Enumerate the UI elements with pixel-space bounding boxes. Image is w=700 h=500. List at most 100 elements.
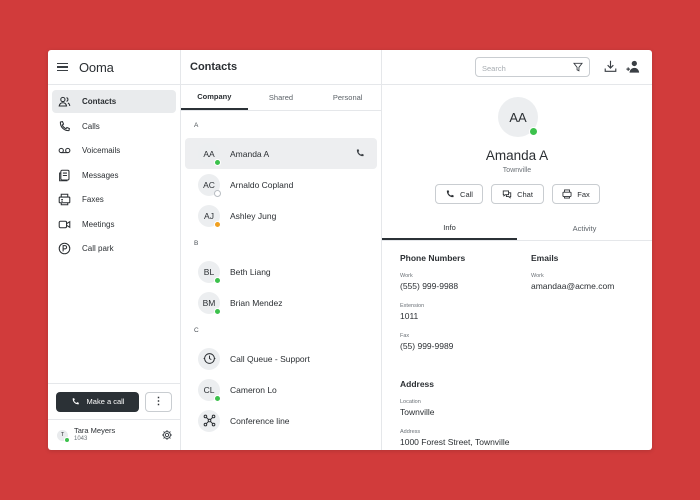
call-button-label: Call (460, 189, 473, 199)
list-item[interactable]: BM Brian Mendez (185, 287, 377, 318)
filter-icon[interactable] (573, 62, 583, 72)
contact-name: Call Queue - Support (230, 353, 310, 364)
list-item[interactable]: CL Cameron Lo (185, 374, 377, 405)
field-label: Location (400, 399, 421, 405)
address-value: 1000 Forest Street, Townville (400, 437, 510, 447)
tab-info[interactable]: Info (382, 216, 517, 240)
call-button[interactable]: Call (435, 184, 483, 204)
section-header: B (194, 240, 199, 247)
tab-shared[interactable]: Shared (248, 85, 315, 110)
phone-icon (72, 398, 79, 405)
contact-tabs: Company Shared Personal (181, 85, 381, 111)
sidebar-item-faxes[interactable]: Faxes (52, 188, 176, 211)
phone-icon (446, 190, 454, 198)
search-box (475, 57, 590, 78)
toolbar (382, 50, 652, 85)
list-item[interactable]: AJ Ashley Jung (185, 200, 377, 231)
emails-section: Emails Work amandaa@acme.com (531, 253, 614, 303)
sidebar-item-label: Call park (82, 244, 114, 253)
download-icon[interactable] (604, 59, 617, 73)
sidebar-item-meetings[interactable]: Meetings (52, 213, 176, 236)
messages-icon (56, 167, 72, 183)
search-input[interactable] (482, 59, 562, 78)
sidebar-item-label: Contacts (82, 97, 117, 106)
section-title: Emails (531, 253, 559, 263)
call-queue-icon (203, 353, 215, 364)
work-email-value[interactable]: amandaa@acme.com (531, 281, 614, 291)
tab-company[interactable]: Company (181, 85, 248, 110)
voicemail-icon (56, 143, 72, 159)
hamburger-menu-icon[interactable] (57, 62, 68, 72)
sidebar-item-calls[interactable]: Calls (52, 115, 176, 138)
brand-row: Ooma (48, 50, 180, 85)
extension-value: 1011 (400, 311, 419, 321)
section-header: C (194, 327, 199, 334)
contact-name: Amanda A (230, 148, 270, 159)
app-window: Ooma Contacts Calls Voicemails Messages … (48, 50, 652, 450)
tab-activity[interactable]: Activity (517, 216, 652, 240)
sidebar-item-voicemails[interactable]: Voicemails (52, 139, 176, 162)
avatar: AC (198, 173, 221, 197)
phone-icon[interactable] (355, 148, 365, 158)
add-user-icon[interactable] (626, 59, 640, 74)
gear-icon[interactable] (161, 429, 173, 441)
avatar: AA (198, 142, 221, 166)
more-options-button[interactable]: ⋮ (145, 391, 172, 412)
list-item[interactable]: AC Arnaldo Copland (185, 169, 377, 200)
avatar-initials: BL (203, 266, 215, 277)
contact-name: Amanda A (485, 148, 549, 163)
avatar-initial: T (60, 432, 65, 438)
avatar: AA (498, 97, 538, 137)
field-label: Extension (400, 303, 425, 309)
list-item[interactable]: AA Amanda A (185, 138, 377, 169)
fax-icon (562, 189, 572, 199)
field-label: Work (400, 273, 413, 279)
location-value: Townville (400, 407, 435, 417)
chat-button[interactable]: Chat (491, 184, 544, 204)
contact-name: Conference line (230, 415, 290, 426)
presence-online-indicator (529, 127, 538, 136)
fax-button-label: Fax (577, 189, 590, 199)
sidebar-footer: Make a call ⋮ T Tara Meyers 1043 (48, 383, 181, 450)
avatar-initials: BM (202, 297, 216, 308)
presence-online-indicator (214, 276, 221, 284)
avatar-initials: AJ (204, 210, 214, 221)
contact-detail-panel: AA Amanda A Townville Call Chat Fax Info… (382, 85, 652, 450)
list-item[interactable]: Conference line (185, 405, 377, 436)
sidebar-item-label: Messages (82, 170, 119, 180)
contact-name: Ashley Jung (230, 210, 277, 221)
user-info: Tara Meyers 1043 (74, 426, 115, 444)
page-title: Contacts (190, 61, 238, 73)
phone-icon (56, 118, 72, 134)
user-extension: 1043 (74, 436, 88, 442)
fax-button[interactable]: Fax (552, 184, 600, 204)
section-title: Phone Numbers (400, 253, 466, 263)
sidebar-item-contacts[interactable]: Contacts (52, 90, 176, 113)
section-title: Address (400, 379, 435, 389)
contact-actions: Call Chat Fax (435, 184, 608, 204)
work-phone-value[interactable]: (555) 999-9988 (400, 281, 465, 291)
sidebar-item-label: Calls (82, 121, 100, 131)
list-item[interactable]: BL Beth Liang (185, 256, 377, 287)
sidebar-item-label: Faxes (82, 195, 104, 204)
tab-personal[interactable]: Personal (314, 85, 381, 110)
field-label: Address (400, 429, 421, 435)
chat-icon (502, 190, 512, 199)
sidebar-item-messages[interactable]: Messages (52, 164, 176, 187)
detail-tabs: Info Activity (382, 216, 652, 241)
user-name: Tara Meyers (74, 426, 116, 435)
field-label: Work (531, 273, 544, 279)
sidebar-item-call-park[interactable]: Call park (52, 237, 176, 260)
fax-number-value[interactable]: (55) 999-9989 (400, 341, 465, 351)
sidebar-nav: Contacts Calls Voicemails Messages Faxes… (48, 85, 180, 260)
contact-location: Townville (502, 167, 532, 174)
chat-button-label: Chat (517, 189, 533, 199)
field-label: Fax (400, 333, 410, 339)
page-header: Contacts (181, 50, 381, 85)
contact-list: A AA Amanda A AC Arnaldo Copland AJ Ashl… (181, 111, 381, 436)
make-a-call-button[interactable]: Make a call (56, 391, 139, 412)
list-item[interactable]: Call Queue - Support (185, 343, 377, 374)
sidebar-item-label: Meetings (82, 219, 115, 229)
current-user[interactable]: T Tara Meyers 1043 (48, 420, 181, 450)
sidebar: Ooma Contacts Calls Voicemails Messages … (48, 50, 181, 450)
